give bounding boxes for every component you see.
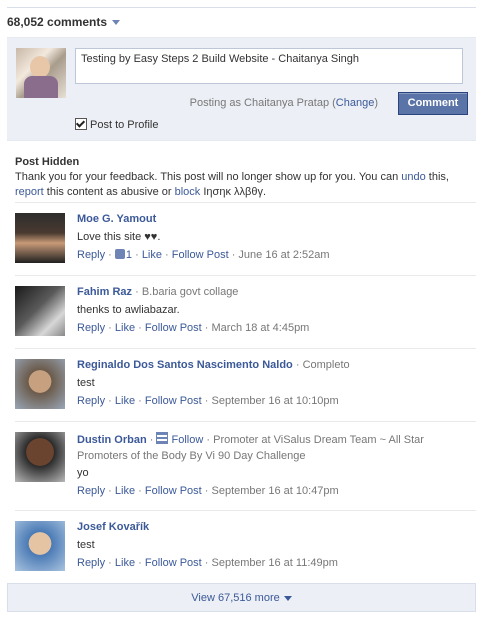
timestamp[interactable]: March 18 at 4:45pm bbox=[212, 322, 310, 334]
timestamp[interactable]: June 16 at 2:52am bbox=[238, 249, 329, 261]
like-link[interactable]: Like bbox=[115, 485, 135, 497]
commenter-detail: · Completo bbox=[295, 359, 350, 371]
follow-post-link[interactable]: Follow Post bbox=[145, 322, 202, 334]
commenter-detail: · B.baria govt collage bbox=[135, 286, 239, 298]
reply-link[interactable]: Reply bbox=[77, 395, 105, 407]
divider bbox=[15, 348, 476, 349]
divider bbox=[15, 510, 476, 511]
avatar[interactable] bbox=[15, 432, 65, 482]
top-divider bbox=[7, 7, 476, 8]
like-link[interactable]: Like bbox=[115, 322, 135, 334]
timestamp[interactable]: September 16 at 10:47pm bbox=[212, 485, 339, 497]
comment-actions: Reply · Like · Follow Post · September 1… bbox=[77, 395, 339, 407]
follow-post-link[interactable]: Follow Post bbox=[145, 557, 202, 569]
post-to-profile-label: Post to Profile bbox=[90, 119, 159, 131]
comment-text: Love this site ♥♥. bbox=[77, 231, 161, 243]
block-link[interactable]: block bbox=[175, 186, 201, 198]
thumbs-up-icon[interactable] bbox=[114, 249, 125, 259]
follow-user-link[interactable]: Follow bbox=[172, 434, 204, 446]
comment-composer: Testing by Easy Steps 2 Build Website - … bbox=[7, 37, 476, 141]
avatar[interactable] bbox=[15, 286, 65, 336]
reply-link[interactable]: Reply bbox=[77, 485, 105, 497]
timestamp[interactable]: September 16 at 11:49pm bbox=[212, 557, 338, 569]
comment-button[interactable]: Comment bbox=[398, 92, 468, 115]
divider bbox=[15, 202, 476, 203]
commenter-name[interactable]: Dustin Orban bbox=[77, 434, 147, 446]
like-link[interactable]: Like bbox=[115, 557, 135, 569]
posting-as: Posting as Chaitanya Pratap (Change) bbox=[189, 97, 378, 109]
view-more-label[interactable]: View 67,516 more bbox=[191, 592, 279, 604]
post-hidden-notice: Post Hidden Thank you for your feedback.… bbox=[15, 155, 468, 200]
comment-text: test bbox=[77, 377, 95, 389]
change-identity-link[interactable]: Change bbox=[336, 97, 375, 109]
post-to-profile-checkbox[interactable] bbox=[75, 118, 87, 130]
divider bbox=[15, 275, 476, 276]
comment-actions: Reply · 1 · Like · Follow Post · June 16… bbox=[77, 249, 330, 261]
post-to-profile[interactable]: Post to Profile bbox=[75, 118, 158, 131]
like-count-link[interactable]: 1 bbox=[126, 249, 132, 261]
comment-actions: Reply · Like · Follow Post · September 1… bbox=[77, 485, 339, 497]
comment-count-label[interactable]: 68,052 comments bbox=[7, 15, 107, 29]
comment-text: thenks to awliabazar. bbox=[77, 304, 180, 316]
follow-post-link[interactable]: Follow Post bbox=[145, 395, 202, 407]
comment-text: test bbox=[77, 539, 95, 551]
commenter-name[interactable]: Josef Kovařík bbox=[77, 521, 149, 533]
reply-link[interactable]: Reply bbox=[77, 322, 105, 334]
comment-input[interactable]: Testing by Easy Steps 2 Build Website - … bbox=[75, 48, 463, 84]
like-link[interactable]: Like bbox=[115, 395, 135, 407]
follow-post-link[interactable]: Follow Post bbox=[145, 485, 202, 497]
timestamp[interactable]: September 16 at 10:10pm bbox=[212, 395, 339, 407]
follow-post-link[interactable]: Follow Post bbox=[172, 249, 229, 261]
comment-actions: Reply · Like · Follow Post · September 1… bbox=[77, 557, 338, 569]
avatar[interactable] bbox=[16, 48, 66, 98]
avatar[interactable] bbox=[15, 521, 65, 571]
reply-link[interactable]: Reply bbox=[77, 249, 105, 261]
commenter-name[interactable]: Moe G. Yamout bbox=[77, 213, 156, 225]
post-hidden-message: Thank you for your feedback. This post w… bbox=[15, 171, 449, 198]
like-link[interactable]: Like bbox=[142, 249, 162, 261]
chevron-down-icon[interactable] bbox=[283, 595, 292, 601]
reply-link[interactable]: Reply bbox=[77, 557, 105, 569]
commenter-name[interactable]: Fahim Raz bbox=[77, 286, 132, 298]
divider bbox=[15, 421, 476, 422]
chevron-down-icon[interactable] bbox=[112, 20, 121, 26]
avatar[interactable] bbox=[15, 213, 65, 263]
commenter-name[interactable]: Reginaldo Dos Santos Nascimento Naldo bbox=[77, 359, 293, 371]
view-more-button[interactable]: View 67,516 more bbox=[7, 583, 476, 612]
report-link[interactable]: report bbox=[15, 186, 44, 198]
post-hidden-title: Post Hidden bbox=[15, 156, 80, 168]
comment-count[interactable]: 68,052 comments bbox=[7, 15, 121, 29]
comment-text: yo bbox=[77, 467, 89, 479]
undo-link[interactable]: undo bbox=[401, 171, 425, 183]
follow-icon[interactable] bbox=[156, 432, 169, 444]
avatar[interactable] bbox=[15, 359, 65, 409]
comment-actions: Reply · Like · Follow Post · March 18 at… bbox=[77, 322, 310, 334]
